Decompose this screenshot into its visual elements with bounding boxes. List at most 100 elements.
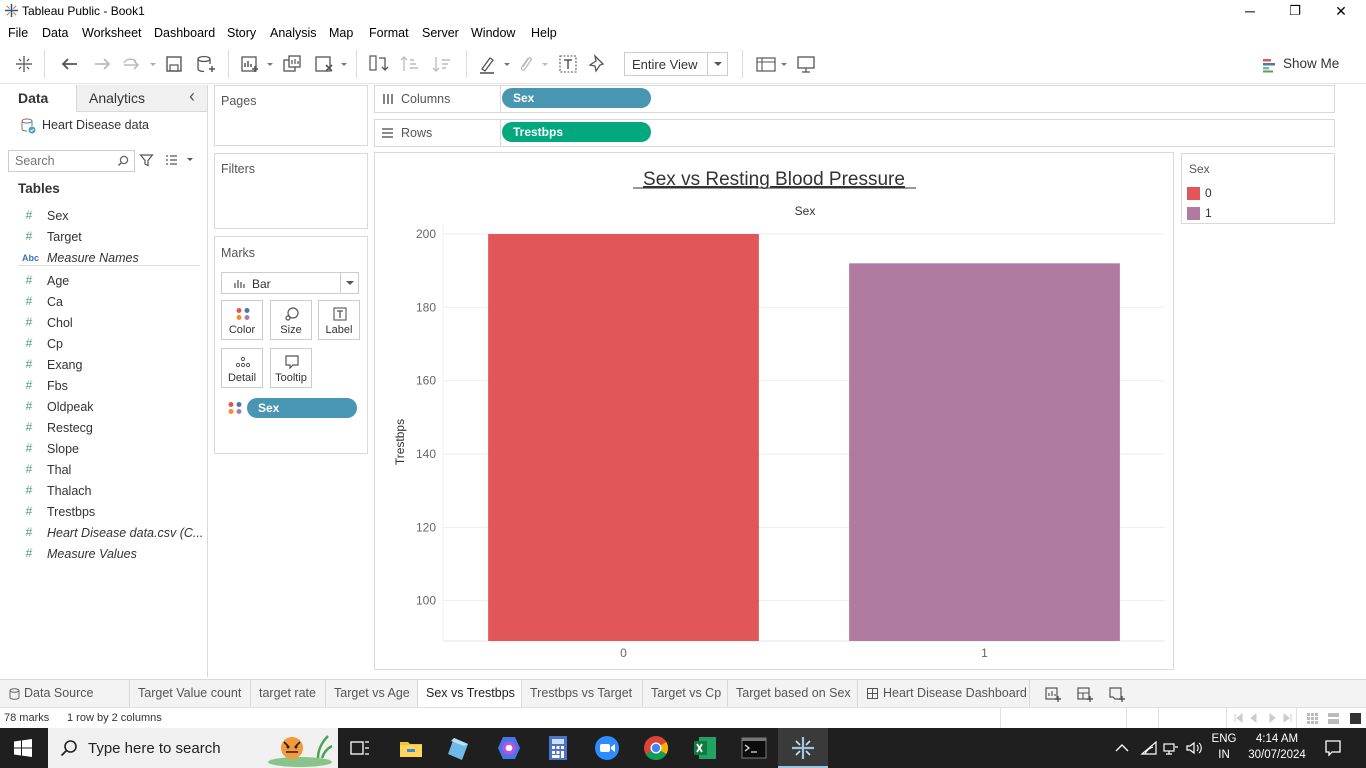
clock-time[interactable]: 4:14 AM <box>1244 733 1310 745</box>
search-input[interactable] <box>8 150 135 172</box>
new-dashboard-tab-icon[interactable] <box>1076 685 1094 703</box>
field-item[interactable]: # Sex <box>0 205 207 226</box>
tooltip-button[interactable]: Tooltip <box>270 348 312 388</box>
show-mark-labels-icon[interactable] <box>556 52 580 76</box>
field-item[interactable]: # Cp <box>0 333 207 354</box>
sheet-tab[interactable]: Target based on Sex <box>728 680 858 707</box>
swap-rows-columns-icon[interactable] <box>366 52 390 76</box>
data-source-name[interactable]: Heart Disease data <box>42 118 149 132</box>
field-item[interactable]: # Restecg <box>0 417 207 438</box>
volume-icon[interactable] <box>1185 740 1203 756</box>
show-hidden-icons-icon[interactable] <box>1114 741 1130 755</box>
field-item[interactable]: # Heart Disease data.csv (C... <box>0 522 207 543</box>
chrome-icon[interactable] <box>642 734 670 762</box>
terminal-app-icon[interactable] <box>446 734 474 762</box>
sheet-tab[interactable]: Heart Disease Dashboard <box>858 680 1030 707</box>
show-me-button[interactable]: Show Me <box>1258 54 1358 76</box>
sort-ascending-icon[interactable] <box>398 52 422 76</box>
fix-axes-icon[interactable] <box>586 52 610 76</box>
field-item[interactable]: # Fbs <box>0 375 207 396</box>
group-members-icon[interactable] <box>514 52 550 76</box>
pages-card[interactable]: Pages <box>214 85 368 146</box>
field-item[interactable]: # Oldpeak <box>0 396 207 417</box>
language-top[interactable]: ENG <box>1208 733 1240 745</box>
undo-icon[interactable] <box>58 52 82 76</box>
sheet-tab[interactable]: Data Source <box>0 680 130 707</box>
calculator-icon[interactable] <box>544 734 572 762</box>
bar-chart[interactable]: Sex vs Resting Blood Pressure Sex Trestbps… <box>375 153 1173 669</box>
legend-swatch[interactable] <box>1187 207 1200 220</box>
mark-type-dropdown[interactable]: Bar <box>221 272 359 294</box>
save-icon[interactable] <box>162 52 186 76</box>
redo-icon[interactable] <box>90 52 114 76</box>
bar-sex-0[interactable] <box>488 234 759 641</box>
sheet-tab[interactable]: Target Value count <box>130 680 251 707</box>
field-item[interactable]: # Target <box>0 226 207 247</box>
network-icon[interactable] <box>1162 740 1180 756</box>
label-button[interactable]: Label <box>318 300 360 340</box>
field-item[interactable]: # Chol <box>0 312 207 333</box>
wifi-icon[interactable] <box>1140 740 1158 756</box>
menu-map[interactable]: Map <box>329 26 353 40</box>
notifications-icon[interactable] <box>1324 739 1342 757</box>
menu-server[interactable]: Server <box>422 26 459 40</box>
sheet-tab[interactable]: Sex vs Trestbps <box>418 680 522 707</box>
bar-sex-1[interactable] <box>849 263 1120 641</box>
columns-shelf[interactable]: Columns Sex <box>374 85 1335 113</box>
zoom-icon[interactable] <box>593 734 621 762</box>
fit-dropdown[interactable]: Entire View <box>624 52 728 76</box>
menu-story[interactable]: Story <box>227 26 256 40</box>
tab-data[interactable]: Data <box>0 85 76 112</box>
field-item[interactable]: # Measure Values <box>0 543 207 564</box>
rows-trestbps-pill[interactable]: Trestbps <box>502 122 651 142</box>
sort-descending-icon[interactable] <box>430 52 454 76</box>
field-item[interactable]: # Exang <box>0 354 207 375</box>
language-bottom[interactable]: IN <box>1208 749 1240 761</box>
filter-icon[interactable] <box>139 153 154 168</box>
menu-format[interactable]: Format <box>369 26 409 40</box>
menu-dashboard[interactable]: Dashboard <box>154 26 215 40</box>
size-button[interactable]: Size <box>270 300 312 340</box>
highlight-icon[interactable] <box>476 52 512 76</box>
viz-area[interactable]: Sex vs Resting Blood Pressure Sex Trestbps… <box>374 152 1174 670</box>
windows-start-icon[interactable] <box>14 739 32 757</box>
collapse-pane-icon[interactable]: ‹ <box>189 86 195 107</box>
view-options-icon[interactable] <box>165 154 197 166</box>
field-item[interactable]: # Slope <box>0 438 207 459</box>
replay-animation-icon[interactable] <box>120 52 156 76</box>
show-cards-icon[interactable] <box>754 52 790 76</box>
new-data-source-icon[interactable] <box>194 52 218 76</box>
menu-worksheet[interactable]: Worksheet <box>82 26 142 40</box>
field-item[interactable]: # Thal <box>0 459 207 480</box>
copilot-icon[interactable] <box>495 734 523 762</box>
menu-help[interactable]: Help <box>531 26 557 40</box>
menu-analysis[interactable]: Analysis <box>270 26 317 40</box>
sheet-tab[interactable]: Target vs Age <box>326 680 418 707</box>
clock-date[interactable]: 30/07/2024 <box>1244 749 1310 761</box>
detail-button[interactable]: Detail <box>221 348 263 388</box>
sheet-tab[interactable]: Trestbps vs Target <box>522 680 643 707</box>
menu-window[interactable]: Window <box>471 26 515 40</box>
mark-type-arrow[interactable] <box>340 273 358 293</box>
new-worksheet-icon[interactable] <box>238 52 274 76</box>
presentation-mode-icon[interactable] <box>794 52 818 76</box>
filters-card[interactable]: Filters <box>214 153 368 229</box>
view-mode-icons[interactable] <box>1306 712 1362 724</box>
tab-analytics[interactable]: Analytics ‹ <box>76 85 207 112</box>
taskbar-search[interactable]: Type here to search <box>48 728 338 768</box>
field-item[interactable]: # Trestbps <box>0 501 207 522</box>
close-button[interactable]: ✕ <box>1318 0 1364 22</box>
menu-file[interactable]: File <box>8 26 28 40</box>
new-story-tab-icon[interactable] <box>1108 685 1126 703</box>
field-item[interactable]: # Ca <box>0 291 207 312</box>
field-item[interactable]: # Thalach <box>0 480 207 501</box>
task-view-icon[interactable] <box>350 738 370 758</box>
excel-icon[interactable] <box>691 734 719 762</box>
menu-data[interactable]: Data <box>42 26 68 40</box>
minimize-button[interactable]: ─ <box>1227 0 1273 22</box>
maximize-button[interactable]: ❐ <box>1272 0 1318 22</box>
command-prompt-icon[interactable] <box>740 734 768 762</box>
sheet-navigation-icon[interactable] <box>1234 713 1292 723</box>
color-button[interactable]: Color <box>221 300 263 340</box>
duplicate-sheet-icon[interactable] <box>280 52 304 76</box>
